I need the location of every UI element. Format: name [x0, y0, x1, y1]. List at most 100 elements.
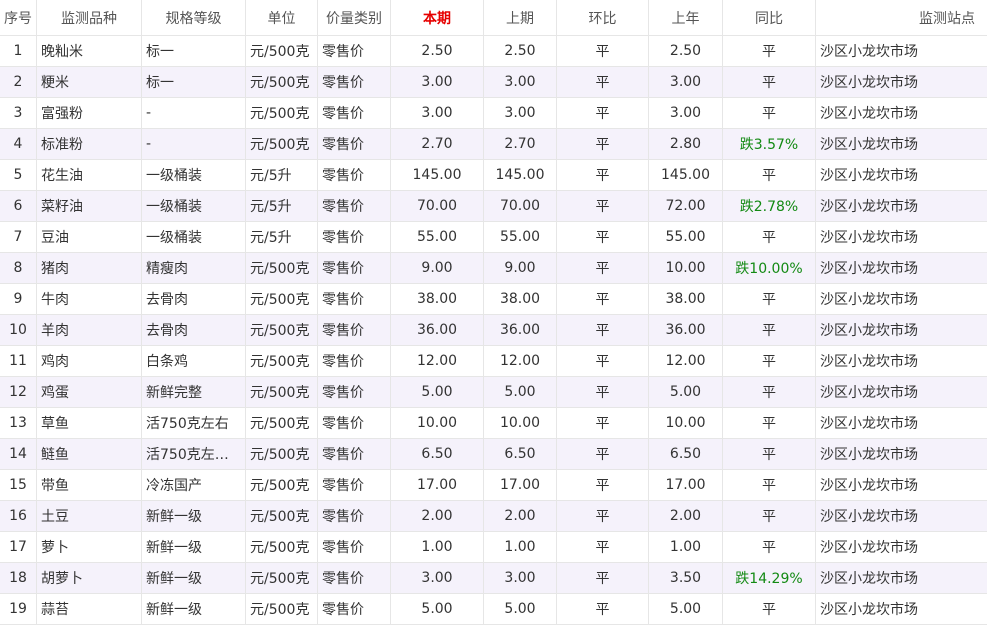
cell-period-change: 平 — [557, 439, 649, 469]
cell-year-change: 跌3.57% — [723, 129, 816, 159]
header-price-type[interactable]: 价量类别 — [318, 0, 391, 35]
cell-variety: 萝卜 — [37, 532, 142, 562]
cell-price-type: 零售价 — [318, 36, 391, 66]
cell-last-year-price: 2.80 — [649, 129, 723, 159]
table-row[interactable]: 12 鸡蛋 新鲜完整 元/500克 零售价 5.00 5.00 平 5.00 平沙区小龙坎市场 — [0, 377, 987, 408]
cell-station: 沙区小龙坎市场 — [820, 199, 918, 215]
cell-station: 沙区小龙坎市场 — [820, 416, 918, 432]
cell-current-price: 3.00 — [391, 563, 484, 593]
cell-year-change: 平 — [723, 439, 816, 469]
cell-index: 13 — [0, 408, 37, 438]
table-row[interactable]: 11 鸡肉 白条鸡 元/500克 零售价 12.00 12.00 平 12.00 平沙区小龙坎市场 — [0, 346, 987, 377]
cell-year-change: 平 — [723, 377, 816, 407]
cell-last-year-price: 17.00 — [649, 470, 723, 500]
cell-unit: 元/500克 — [246, 408, 318, 438]
table-row[interactable]: 18 胡萝卜 新鲜一级 元/500克 零售价 3.00 3.00 平 3.50 跌14.29% 沙区… — [0, 563, 987, 594]
header-year-change[interactable]: 同比 — [723, 0, 816, 35]
cell-station: 沙区小龙坎市场 — [820, 137, 918, 153]
cell-unit: 元/500克 — [246, 439, 318, 469]
header-spec-grade[interactable]: 规格等级 — [142, 0, 246, 35]
cell-year-change: 平 — [723, 284, 816, 314]
table-row[interactable]: 17 萝卜 新鲜一级 元/500克 零售价 1.00 1.00 平 1.00 平沙区小龙坎市场 — [0, 532, 987, 563]
table-row[interactable]: 14 鲢鱼 活750克左右… 元/500克 零售价 6.50 6.50 平 6.50 平沙区小龙坎… — [0, 439, 987, 470]
cell-variety: 富强粉 — [37, 98, 142, 128]
cell-price-type: 零售价 — [318, 191, 391, 221]
table-row[interactable]: 13 草鱼 活750克左右 元/500克 零售价 10.00 10.00 平 10.00 平沙区小… — [0, 408, 987, 439]
cell-variety: 标准粉 — [37, 129, 142, 159]
cell-previous-price: 5.00 — [484, 377, 557, 407]
cell-spec-grade: 活750克左右… — [142, 439, 246, 469]
cell-current-price: 70.00 — [391, 191, 484, 221]
table-row[interactable]: 15 带鱼 冷冻国产 元/500克 零售价 17.00 17.00 平 17.00 平沙区小龙坎市… — [0, 470, 987, 501]
cell-year-change: 平 — [723, 470, 816, 500]
cell-unit: 元/5升 — [246, 191, 318, 221]
cell-variety: 猪肉 — [37, 253, 142, 283]
cell-index: 6 — [0, 191, 37, 221]
cell-period-change: 平 — [557, 191, 649, 221]
cell-index: 12 — [0, 377, 37, 407]
table-row[interactable]: 6 菜籽油 一级桶装 元/5升 零售价 70.00 70.00 平 72.00 跌2.78% 沙区小… — [0, 191, 987, 222]
cell-last-year-price: 3.50 — [649, 563, 723, 593]
cell-previous-price: 2.00 — [484, 501, 557, 531]
cell-current-price: 3.00 — [391, 98, 484, 128]
cell-unit: 元/500克 — [246, 346, 318, 376]
table-row[interactable]: 2 粳米 标一 元/500克 零售价 3.00 3.00 平 3.00 平沙区小龙坎市场 — [0, 67, 987, 98]
cell-period-change: 平 — [557, 253, 649, 283]
table-row[interactable]: 7 豆油 一级桶装 元/5升 零售价 55.00 55.00 平 55.00 平沙区小龙坎市场 — [0, 222, 987, 253]
cell-index: 18 — [0, 563, 37, 593]
cell-last-year-price: 1.00 — [649, 532, 723, 562]
table-row[interactable]: 19 蒜苔 新鲜一级 元/500克 零售价 5.00 5.00 平 5.00 平沙区小龙坎市场 — [0, 594, 987, 625]
cell-period-change: 平 — [557, 532, 649, 562]
cell-current-price: 55.00 — [391, 222, 484, 252]
cell-last-year-price: 6.50 — [649, 439, 723, 469]
cell-previous-price: 3.00 — [484, 98, 557, 128]
header-last-year[interactable]: 上年 — [649, 0, 723, 35]
cell-current-price: 9.00 — [391, 253, 484, 283]
cell-variety: 土豆 — [37, 501, 142, 531]
cell-period-change: 平 — [557, 377, 649, 407]
cell-unit: 元/500克 — [246, 315, 318, 345]
table-row[interactable]: 8 猪肉 精瘦肉 元/500克 零售价 9.00 9.00 平 10.00 跌10.00% 沙区小龙… — [0, 253, 987, 284]
table-row[interactable]: 5 花生油 一级桶装 元/5升 零售价 145.00 145.00 平 145.00 平沙区小龙坎… — [0, 160, 987, 191]
cell-index: 14 — [0, 439, 37, 469]
table-row[interactable]: 16 土豆 新鲜一级 元/500克 零售价 2.00 2.00 平 2.00 平沙区小龙坎市场 — [0, 501, 987, 532]
table-row[interactable]: 9 牛肉 去骨肉 元/500克 零售价 38.00 38.00 平 38.00 平沙区小龙坎市场 — [0, 284, 987, 315]
header-previous-period[interactable]: 上期 — [484, 0, 557, 35]
header-variety[interactable]: 监测品种 — [37, 0, 142, 35]
header-station[interactable]: 监测站点 — [816, 0, 987, 35]
cell-previous-price: 10.00 — [484, 408, 557, 438]
cell-current-price: 36.00 — [391, 315, 484, 345]
cell-spec-grade: 新鲜一级 — [142, 563, 246, 593]
table-row[interactable]: 1 晚籼米 标一 元/500克 零售价 2.50 2.50 平 2.50 平沙区小龙坎市场 — [0, 36, 987, 67]
cell-spec-grade: - — [142, 98, 246, 128]
cell-station: 沙区小龙坎市场 — [820, 323, 918, 339]
table-row[interactable]: 3 富强粉 - 元/500克 零售价 3.00 3.00 平 3.00 平沙区小龙坎市场 — [0, 98, 987, 129]
cell-station: 沙区小龙坎市场 — [820, 509, 918, 525]
cell-price-type: 零售价 — [318, 129, 391, 159]
cell-unit: 元/500克 — [246, 284, 318, 314]
cell-price-type: 零售价 — [318, 408, 391, 438]
cell-index: 15 — [0, 470, 37, 500]
cell-current-price: 2.50 — [391, 36, 484, 66]
cell-unit: 元/500克 — [246, 377, 318, 407]
cell-price-type: 零售价 — [318, 501, 391, 531]
cell-year-change: 平 — [723, 315, 816, 345]
cell-index: 4 — [0, 129, 37, 159]
table-row[interactable]: 10 羊肉 去骨肉 元/500克 零售价 36.00 36.00 平 36.00 平沙区小龙坎市场 — [0, 315, 987, 346]
cell-year-change: 平 — [723, 346, 816, 376]
cell-period-change: 平 — [557, 284, 649, 314]
header-unit[interactable]: 单位 — [246, 0, 318, 35]
cell-spec-grade: 一级桶装 — [142, 160, 246, 190]
cell-unit: 元/500克 — [246, 36, 318, 66]
cell-last-year-price: 72.00 — [649, 191, 723, 221]
cell-current-price: 2.00 — [391, 501, 484, 531]
table-row[interactable]: 4 标准粉 - 元/500克 零售价 2.70 2.70 平 2.80 跌3.57% 沙区小龙坎市场 — [0, 129, 987, 160]
cell-unit: 元/500克 — [246, 532, 318, 562]
cell-station: 沙区小龙坎市场 — [820, 571, 918, 587]
cell-variety: 晚籼米 — [37, 36, 142, 66]
header-index[interactable]: 序号 — [0, 0, 37, 35]
cell-last-year-price: 38.00 — [649, 284, 723, 314]
header-current-period[interactable]: 本期 — [391, 0, 484, 35]
cell-spec-grade: 去骨肉 — [142, 315, 246, 345]
header-period-change[interactable]: 环比 — [557, 0, 649, 35]
